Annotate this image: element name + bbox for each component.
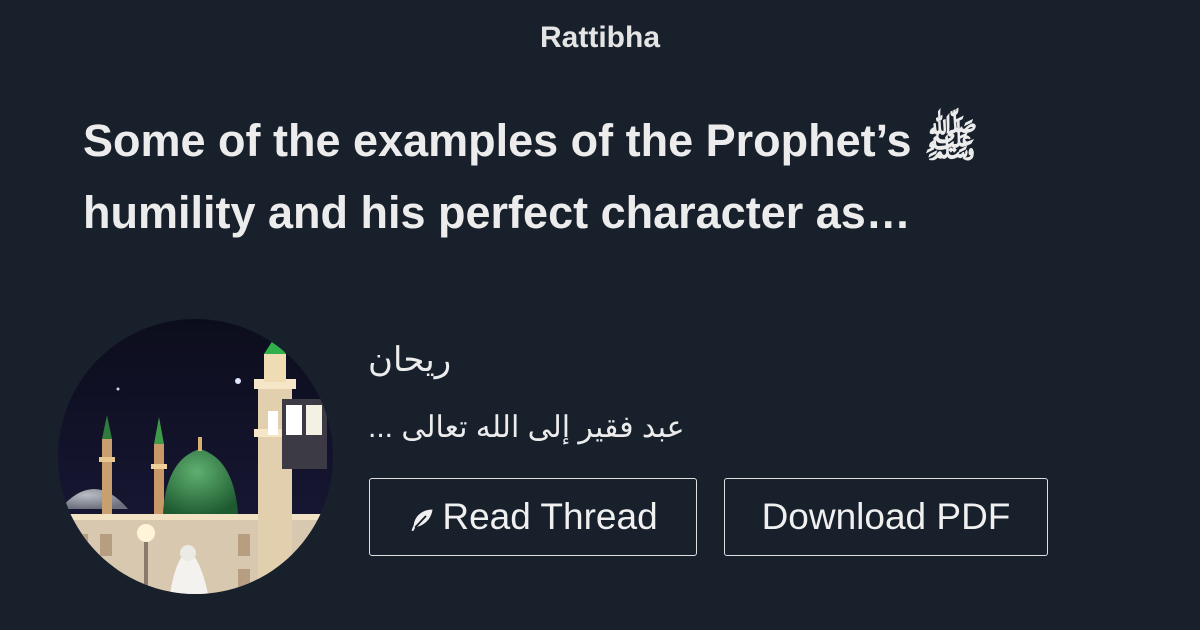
feather-icon bbox=[411, 509, 433, 532]
download-pdf-label: Download PDF bbox=[761, 496, 1011, 537]
author-bio: عبد فقير إلى الله تعالى ... bbox=[368, 411, 685, 444]
author-avatar bbox=[58, 319, 333, 594]
thread-title: Some of the examples of the Prophet’s ﷺ … bbox=[83, 115, 979, 238]
read-thread-label: Read Thread bbox=[442, 496, 658, 537]
brand-logo-text[interactable]: Rattibha bbox=[0, 20, 1200, 56]
author-name: ريحان bbox=[368, 341, 452, 379]
download-pdf-button[interactable]: Download PDF bbox=[724, 478, 1048, 556]
avatar-mosque-image bbox=[58, 319, 333, 594]
read-thread-button[interactable]: Read Thread bbox=[369, 478, 697, 556]
